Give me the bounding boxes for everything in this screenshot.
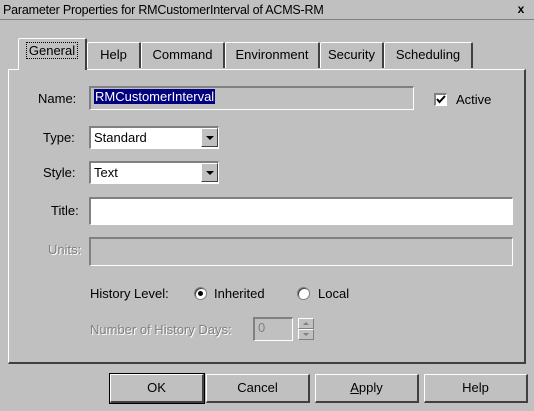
tab-scheduling-label: Scheduling xyxy=(395,47,461,62)
tab-environment[interactable]: Environment xyxy=(225,42,320,68)
general-tab-panel xyxy=(8,69,526,364)
title-bar[interactable]: Parameter Properties for RMCustomerInter… xyxy=(0,0,534,20)
tab-security[interactable]: Security xyxy=(320,42,384,68)
tab-security-label: Security xyxy=(328,47,375,62)
parameter-properties-dialog: Parameter Properties for RMCustomerInter… xyxy=(0,0,534,411)
tab-help[interactable]: Help xyxy=(87,42,141,68)
close-icon[interactable]: x xyxy=(514,2,528,16)
apply-accesskey: A xyxy=(350,380,359,395)
tab-scheduling[interactable]: Scheduling xyxy=(384,42,473,68)
tab-environment-label: Environment xyxy=(235,47,309,62)
apply-button[interactable]: Apply xyxy=(315,374,419,403)
apply-label-rest: pply xyxy=(358,380,383,395)
tab-command[interactable]: Command xyxy=(141,42,225,68)
tab-general-label: General xyxy=(25,42,79,59)
help-button[interactable]: Help xyxy=(424,374,528,403)
ok-button[interactable]: OK xyxy=(109,373,205,404)
tab-help-label: Help xyxy=(100,47,127,62)
tab-general[interactable]: General xyxy=(18,38,87,70)
window-title: Parameter Properties for RMCustomerInter… xyxy=(3,3,324,17)
cancel-button[interactable]: Cancel xyxy=(206,374,310,403)
tab-command-label: Command xyxy=(152,47,213,62)
